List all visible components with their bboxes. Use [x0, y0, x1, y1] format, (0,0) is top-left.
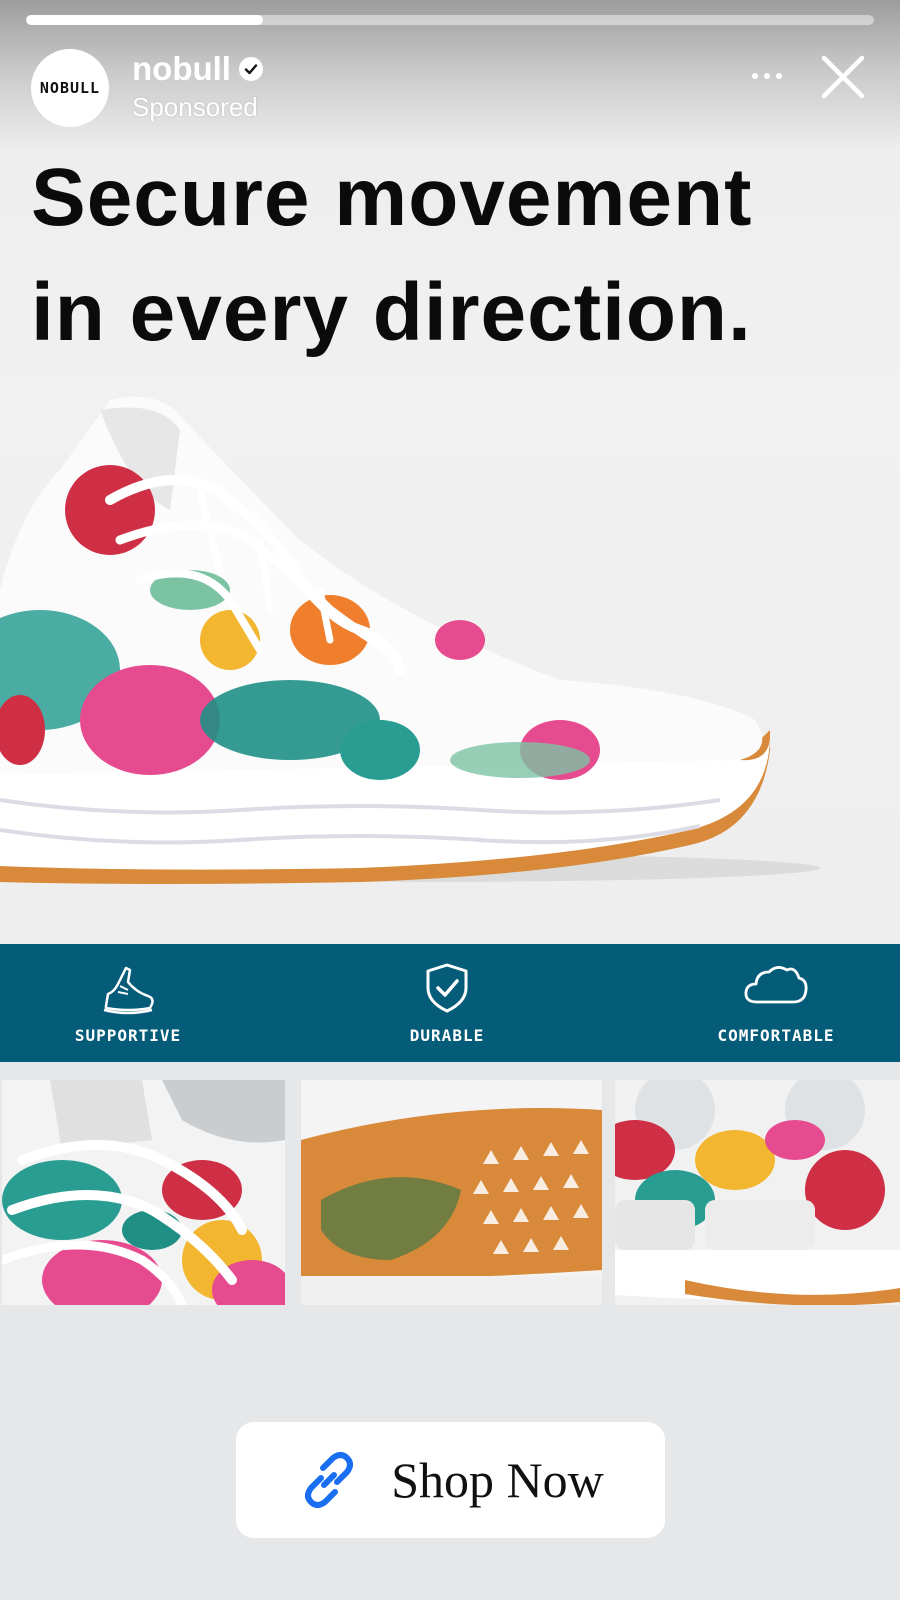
story-progress-bar	[26, 15, 874, 25]
thumbnail-heel	[615, 1080, 900, 1305]
feature-comfortable: COMFORTABLE	[666, 944, 886, 1062]
feature-label-supportive: SUPPORTIVE	[74, 1026, 182, 1045]
floral-sneaker-image	[0, 396, 820, 884]
link-icon	[305, 1452, 354, 1508]
more-dot	[764, 73, 770, 79]
headline: Secure movement in every direction.	[31, 140, 752, 370]
thumbnail-outsole	[301, 1080, 602, 1305]
cloud-icon	[744, 966, 808, 1004]
heel-image	[615, 1080, 900, 1305]
account-name[interactable]: nobull	[132, 50, 263, 88]
username-label: nobull	[132, 50, 231, 87]
shield-check-icon	[426, 963, 468, 1013]
avatar[interactable]: NOBULL	[31, 49, 109, 127]
thumbnail-laces	[2, 1080, 285, 1305]
headline-line-2: in every direction.	[31, 267, 752, 358]
close-icon	[821, 55, 865, 99]
shop-now-button[interactable]: Shop Now	[236, 1422, 665, 1538]
shop-now-label: Shop Now	[391, 1452, 604, 1508]
story-progress-fill	[26, 15, 264, 25]
sponsored-label: Sponsored	[132, 92, 258, 122]
story-hero: NOBULL nobull Sponsored Secure movement …	[0, 0, 900, 944]
brand-logo: NOBULL	[39, 79, 101, 97]
headline-line-1: Secure movement	[31, 152, 753, 243]
sneaker-icon	[103, 966, 154, 1015]
laces-closeup-image	[2, 1080, 285, 1305]
verified-badge-icon	[238, 57, 263, 81]
feature-label-comfortable: COMFORTABLE	[717, 1026, 835, 1045]
more-options-button[interactable]	[745, 62, 789, 90]
outsole-image	[301, 1080, 602, 1305]
close-button[interactable]	[818, 52, 868, 102]
more-dot	[752, 73, 758, 79]
feature-bar: SUPPORTIVE DURABLE COMFORTABLE	[0, 944, 900, 1062]
more-dot	[776, 73, 782, 79]
feature-durable: DURABLE	[337, 944, 557, 1062]
feature-label-durable: DURABLE	[409, 1026, 485, 1045]
feature-supportive: SUPPORTIVE	[18, 944, 238, 1062]
